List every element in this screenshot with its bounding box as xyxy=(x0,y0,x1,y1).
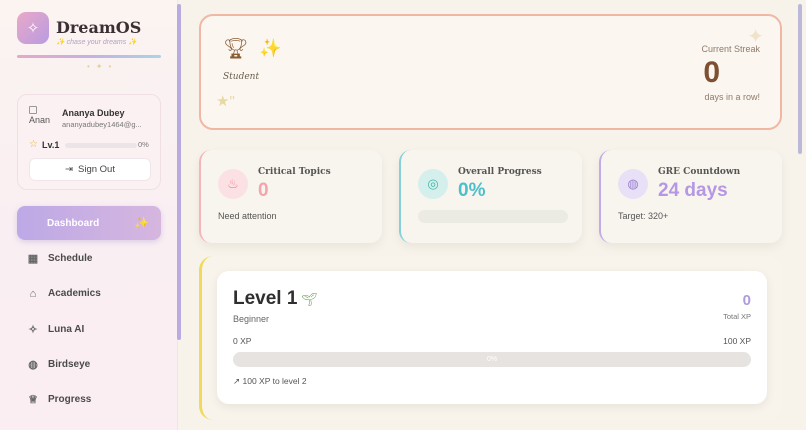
gre-countdown-value: 24 days xyxy=(658,180,728,201)
trending-up-icon: ↗ xyxy=(233,376,241,386)
xp-max-label: 100 XP xyxy=(723,336,751,346)
sidebar-item-label: Schedule xyxy=(48,252,93,264)
critical-topics-subtitle: Need attention xyxy=(218,211,277,221)
sprout-icon: 🌱︎ xyxy=(301,292,318,307)
sparkles-icon: ✧ xyxy=(28,323,38,336)
streak-subtitle: days in a row! xyxy=(704,92,760,102)
sidebar-scrollbar[interactable] xyxy=(177,4,181,340)
gre-countdown-title: GRE Countdown xyxy=(658,167,741,177)
sign-out-button[interactable]: ⇥ Sign Out xyxy=(29,158,151,181)
brand-name: DreamOS xyxy=(56,18,142,37)
sign-out-icon: ⇥ xyxy=(65,164,73,175)
total-xp-value: 0 xyxy=(742,292,751,309)
streak-label: Current Streak xyxy=(701,44,760,54)
critical-topics-card: ♨ Critical Topics 0 Need attention xyxy=(199,150,382,243)
trophy-icon: 🏆︎ xyxy=(223,38,249,60)
xp-progress-text: 0% xyxy=(486,356,498,363)
sparkle-icon: ✨ xyxy=(259,38,282,58)
profile-card: Anan Ananya Dubey ananyadubey1464@g... ☆… xyxy=(17,94,161,190)
graduation-cap-icon: ⌂ xyxy=(29,287,37,300)
sidebar-nav: Dashboard ✨ ▦ Schedule ⌂ Academics ✧ Lun… xyxy=(17,206,161,418)
sidebar: ✧ DreamOS ✨ chase your dreams ✨ •✦• Anan… xyxy=(0,0,178,430)
sign-out-label: Sign Out xyxy=(78,164,115,175)
sidebar-item-label: Progress xyxy=(48,394,92,406)
sidebar-item-academics[interactable]: ⌂ Academics xyxy=(17,277,161,311)
critical-topics-title: Critical Topics xyxy=(258,167,331,177)
flame-icon: ♨ xyxy=(218,169,248,199)
overall-progress-title: Overall Progress xyxy=(458,167,542,177)
sidebar-item-label: Dashboard xyxy=(47,217,100,229)
main-scrollbar[interactable] xyxy=(798,4,802,154)
broken-image-icon xyxy=(29,106,37,114)
xp-progress-bar: 0% xyxy=(233,352,751,367)
decorative-stars-icon: •✦• xyxy=(87,62,118,71)
sidebar-item-progress[interactable]: ♕ Progress xyxy=(17,383,161,417)
streak-value: 0 xyxy=(703,56,720,89)
avatar: Anan xyxy=(29,106,55,130)
sparkles-logo-icon: ✧ xyxy=(17,12,49,44)
sidebar-item-schedule[interactable]: ▦ Schedule xyxy=(17,241,161,275)
sidebar-item-birdseye[interactable]: ◍ Birdseye xyxy=(17,348,161,382)
overall-progress-value: 0% xyxy=(458,180,486,201)
sparkle-icon: ✨ xyxy=(134,216,149,230)
level-progress-text: 0% xyxy=(138,140,149,149)
globe-icon: ◍ xyxy=(28,359,38,372)
overall-progress-bar xyxy=(418,210,568,223)
decorative-star-icon: ★" xyxy=(216,93,235,110)
next-level-text: 100 XP to level 2 xyxy=(242,376,307,386)
role-label: Student xyxy=(223,72,260,82)
gre-countdown-card: ◍ GRE Countdown 24 days Target: 320+ xyxy=(599,150,782,243)
brand-tagline: ✨ chase your dreams ✨ xyxy=(56,39,137,46)
total-xp-label: Total XP xyxy=(723,312,751,321)
next-level-hint: ↗ 100 XP to level 2 xyxy=(233,376,307,387)
calendar-icon: ▦ xyxy=(27,252,39,265)
globe-icon: ◍ xyxy=(618,169,648,199)
profile-name: Ananya Dubey xyxy=(62,108,125,118)
critical-topics-value: 0 xyxy=(258,180,269,201)
sidebar-item-luna-ai[interactable]: ✧ Luna AI xyxy=(17,312,161,346)
sidebar-item-label: Luna AI xyxy=(48,323,85,335)
brand: ✧ DreamOS ✨ chase your dreams ✨ •✦• xyxy=(17,12,163,72)
level-title: Level 1 xyxy=(233,288,298,309)
xp-min-label: 0 XP xyxy=(233,336,252,346)
overall-progress-card: ◎ Overall Progress 0% xyxy=(399,150,582,243)
level-subtitle: Beginner xyxy=(233,314,270,324)
streak-card: 🏆︎ ✨ Student ★" ✦ Current Streak 0 days … xyxy=(199,14,782,130)
level-badge: Lv.1 xyxy=(42,140,60,150)
level-progress-bar xyxy=(65,143,137,148)
profile-email: ananyadubey1464@g... xyxy=(62,120,142,129)
sidebar-item-label: Birdseye xyxy=(48,359,91,371)
target-icon: ◎ xyxy=(418,169,448,199)
trophy-icon: ♕ xyxy=(28,394,38,407)
star-icon: ☆ xyxy=(29,139,38,150)
level-card: Level 1 🌱︎ Beginner 0 Total XP 0 XP 100 … xyxy=(217,271,767,404)
avatar-alt-text: Anan xyxy=(29,115,51,125)
gre-target: Target: 320+ xyxy=(618,211,669,221)
sidebar-item-label: Academics xyxy=(48,288,101,300)
brand-divider xyxy=(17,55,161,58)
sidebar-item-dashboard[interactable]: Dashboard ✨ xyxy=(17,206,161,240)
